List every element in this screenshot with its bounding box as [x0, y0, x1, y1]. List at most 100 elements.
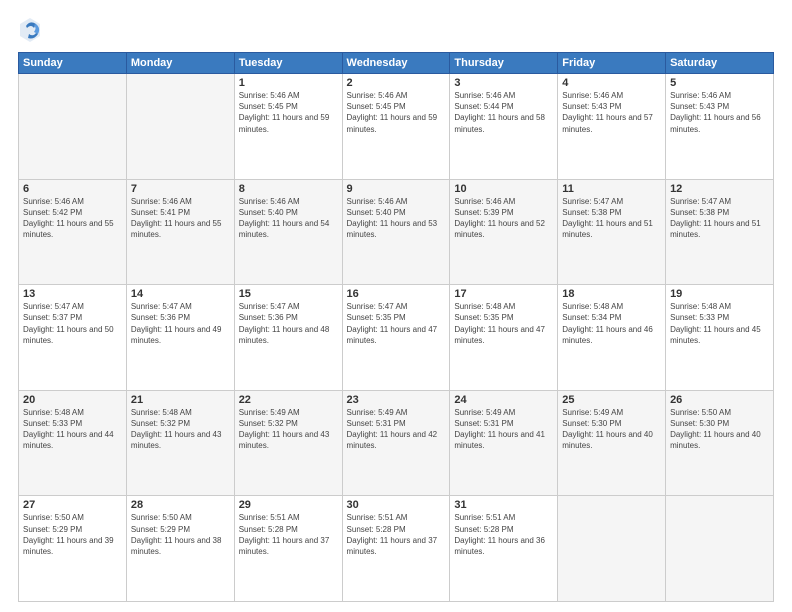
day-number: 1 [239, 77, 338, 89]
weekday-header: Saturday [666, 53, 774, 74]
day-info: Sunrise: 5:49 AM Sunset: 5:31 PM Dayligh… [454, 407, 553, 452]
calendar-cell: 29Sunrise: 5:51 AM Sunset: 5:28 PM Dayli… [234, 496, 342, 602]
calendar-cell: 15Sunrise: 5:47 AM Sunset: 5:36 PM Dayli… [234, 285, 342, 391]
day-info: Sunrise: 5:51 AM Sunset: 5:28 PM Dayligh… [239, 512, 338, 557]
weekday-header: Tuesday [234, 53, 342, 74]
day-number: 24 [454, 394, 553, 406]
day-number: 14 [131, 288, 230, 300]
day-number: 5 [670, 77, 769, 89]
calendar-cell [126, 74, 234, 180]
day-number: 7 [131, 183, 230, 195]
day-number: 2 [347, 77, 446, 89]
day-info: Sunrise: 5:51 AM Sunset: 5:28 PM Dayligh… [454, 512, 553, 557]
day-number: 29 [239, 499, 338, 511]
calendar-cell: 18Sunrise: 5:48 AM Sunset: 5:34 PM Dayli… [558, 285, 666, 391]
calendar-cell: 28Sunrise: 5:50 AM Sunset: 5:29 PM Dayli… [126, 496, 234, 602]
day-number: 16 [347, 288, 446, 300]
calendar-cell: 24Sunrise: 5:49 AM Sunset: 5:31 PM Dayli… [450, 390, 558, 496]
calendar-cell: 8Sunrise: 5:46 AM Sunset: 5:40 PM Daylig… [234, 179, 342, 285]
weekday-header: Sunday [19, 53, 127, 74]
day-info: Sunrise: 5:50 AM Sunset: 5:29 PM Dayligh… [131, 512, 230, 557]
day-number: 28 [131, 499, 230, 511]
calendar-cell: 16Sunrise: 5:47 AM Sunset: 5:35 PM Dayli… [342, 285, 450, 391]
day-number: 11 [562, 183, 661, 195]
day-info: Sunrise: 5:46 AM Sunset: 5:43 PM Dayligh… [670, 90, 769, 135]
day-number: 23 [347, 394, 446, 406]
day-number: 22 [239, 394, 338, 406]
day-info: Sunrise: 5:47 AM Sunset: 5:36 PM Dayligh… [131, 301, 230, 346]
calendar-cell: 10Sunrise: 5:46 AM Sunset: 5:39 PM Dayli… [450, 179, 558, 285]
calendar-week-row: 1Sunrise: 5:46 AM Sunset: 5:45 PM Daylig… [19, 74, 774, 180]
calendar-cell [666, 496, 774, 602]
calendar-cell: 30Sunrise: 5:51 AM Sunset: 5:28 PM Dayli… [342, 496, 450, 602]
calendar-cell: 12Sunrise: 5:47 AM Sunset: 5:38 PM Dayli… [666, 179, 774, 285]
day-info: Sunrise: 5:50 AM Sunset: 5:30 PM Dayligh… [670, 407, 769, 452]
day-number: 18 [562, 288, 661, 300]
calendar-table: SundayMondayTuesdayWednesdayThursdayFrid… [18, 52, 774, 602]
calendar-cell: 19Sunrise: 5:48 AM Sunset: 5:33 PM Dayli… [666, 285, 774, 391]
calendar-cell: 6Sunrise: 5:46 AM Sunset: 5:42 PM Daylig… [19, 179, 127, 285]
weekday-header: Monday [126, 53, 234, 74]
day-number: 12 [670, 183, 769, 195]
day-info: Sunrise: 5:46 AM Sunset: 5:40 PM Dayligh… [239, 196, 338, 241]
calendar-cell: 14Sunrise: 5:47 AM Sunset: 5:36 PM Dayli… [126, 285, 234, 391]
calendar-cell: 11Sunrise: 5:47 AM Sunset: 5:38 PM Dayli… [558, 179, 666, 285]
day-number: 19 [670, 288, 769, 300]
day-number: 9 [347, 183, 446, 195]
weekday-header: Friday [558, 53, 666, 74]
calendar-cell: 25Sunrise: 5:49 AM Sunset: 5:30 PM Dayli… [558, 390, 666, 496]
calendar-cell: 1Sunrise: 5:46 AM Sunset: 5:45 PM Daylig… [234, 74, 342, 180]
day-number: 10 [454, 183, 553, 195]
day-number: 6 [23, 183, 122, 195]
header [18, 16, 774, 44]
day-number: 26 [670, 394, 769, 406]
calendar-cell: 2Sunrise: 5:46 AM Sunset: 5:45 PM Daylig… [342, 74, 450, 180]
calendar-week-row: 20Sunrise: 5:48 AM Sunset: 5:33 PM Dayli… [19, 390, 774, 496]
day-info: Sunrise: 5:51 AM Sunset: 5:28 PM Dayligh… [347, 512, 446, 557]
calendar-cell: 21Sunrise: 5:48 AM Sunset: 5:32 PM Dayli… [126, 390, 234, 496]
day-info: Sunrise: 5:47 AM Sunset: 5:35 PM Dayligh… [347, 301, 446, 346]
calendar-header-row: SundayMondayTuesdayWednesdayThursdayFrid… [19, 53, 774, 74]
logo [18, 16, 46, 44]
day-number: 3 [454, 77, 553, 89]
day-number: 27 [23, 499, 122, 511]
day-info: Sunrise: 5:46 AM Sunset: 5:44 PM Dayligh… [454, 90, 553, 135]
calendar-cell [19, 74, 127, 180]
calendar-cell: 17Sunrise: 5:48 AM Sunset: 5:35 PM Dayli… [450, 285, 558, 391]
weekday-header: Wednesday [342, 53, 450, 74]
day-info: Sunrise: 5:46 AM Sunset: 5:43 PM Dayligh… [562, 90, 661, 135]
day-info: Sunrise: 5:48 AM Sunset: 5:33 PM Dayligh… [23, 407, 122, 452]
calendar-cell: 7Sunrise: 5:46 AM Sunset: 5:41 PM Daylig… [126, 179, 234, 285]
weekday-header: Thursday [450, 53, 558, 74]
day-info: Sunrise: 5:46 AM Sunset: 5:41 PM Dayligh… [131, 196, 230, 241]
day-info: Sunrise: 5:50 AM Sunset: 5:29 PM Dayligh… [23, 512, 122, 557]
day-info: Sunrise: 5:48 AM Sunset: 5:33 PM Dayligh… [670, 301, 769, 346]
day-info: Sunrise: 5:49 AM Sunset: 5:31 PM Dayligh… [347, 407, 446, 452]
day-info: Sunrise: 5:46 AM Sunset: 5:39 PM Dayligh… [454, 196, 553, 241]
calendar-cell: 23Sunrise: 5:49 AM Sunset: 5:31 PM Dayli… [342, 390, 450, 496]
day-info: Sunrise: 5:46 AM Sunset: 5:40 PM Dayligh… [347, 196, 446, 241]
day-info: Sunrise: 5:47 AM Sunset: 5:37 PM Dayligh… [23, 301, 122, 346]
day-info: Sunrise: 5:48 AM Sunset: 5:32 PM Dayligh… [131, 407, 230, 452]
calendar-cell: 26Sunrise: 5:50 AM Sunset: 5:30 PM Dayli… [666, 390, 774, 496]
day-number: 15 [239, 288, 338, 300]
day-info: Sunrise: 5:48 AM Sunset: 5:34 PM Dayligh… [562, 301, 661, 346]
calendar-cell: 4Sunrise: 5:46 AM Sunset: 5:43 PM Daylig… [558, 74, 666, 180]
page: SundayMondayTuesdayWednesdayThursdayFrid… [0, 0, 792, 612]
day-info: Sunrise: 5:46 AM Sunset: 5:45 PM Dayligh… [239, 90, 338, 135]
day-number: 21 [131, 394, 230, 406]
calendar-cell: 22Sunrise: 5:49 AM Sunset: 5:32 PM Dayli… [234, 390, 342, 496]
day-number: 20 [23, 394, 122, 406]
calendar-week-row: 27Sunrise: 5:50 AM Sunset: 5:29 PM Dayli… [19, 496, 774, 602]
day-number: 31 [454, 499, 553, 511]
day-number: 30 [347, 499, 446, 511]
calendar-cell: 31Sunrise: 5:51 AM Sunset: 5:28 PM Dayli… [450, 496, 558, 602]
calendar-cell: 20Sunrise: 5:48 AM Sunset: 5:33 PM Dayli… [19, 390, 127, 496]
day-info: Sunrise: 5:49 AM Sunset: 5:32 PM Dayligh… [239, 407, 338, 452]
day-info: Sunrise: 5:47 AM Sunset: 5:38 PM Dayligh… [670, 196, 769, 241]
calendar-week-row: 6Sunrise: 5:46 AM Sunset: 5:42 PM Daylig… [19, 179, 774, 285]
day-info: Sunrise: 5:47 AM Sunset: 5:38 PM Dayligh… [562, 196, 661, 241]
calendar-cell [558, 496, 666, 602]
day-number: 4 [562, 77, 661, 89]
day-info: Sunrise: 5:46 AM Sunset: 5:45 PM Dayligh… [347, 90, 446, 135]
